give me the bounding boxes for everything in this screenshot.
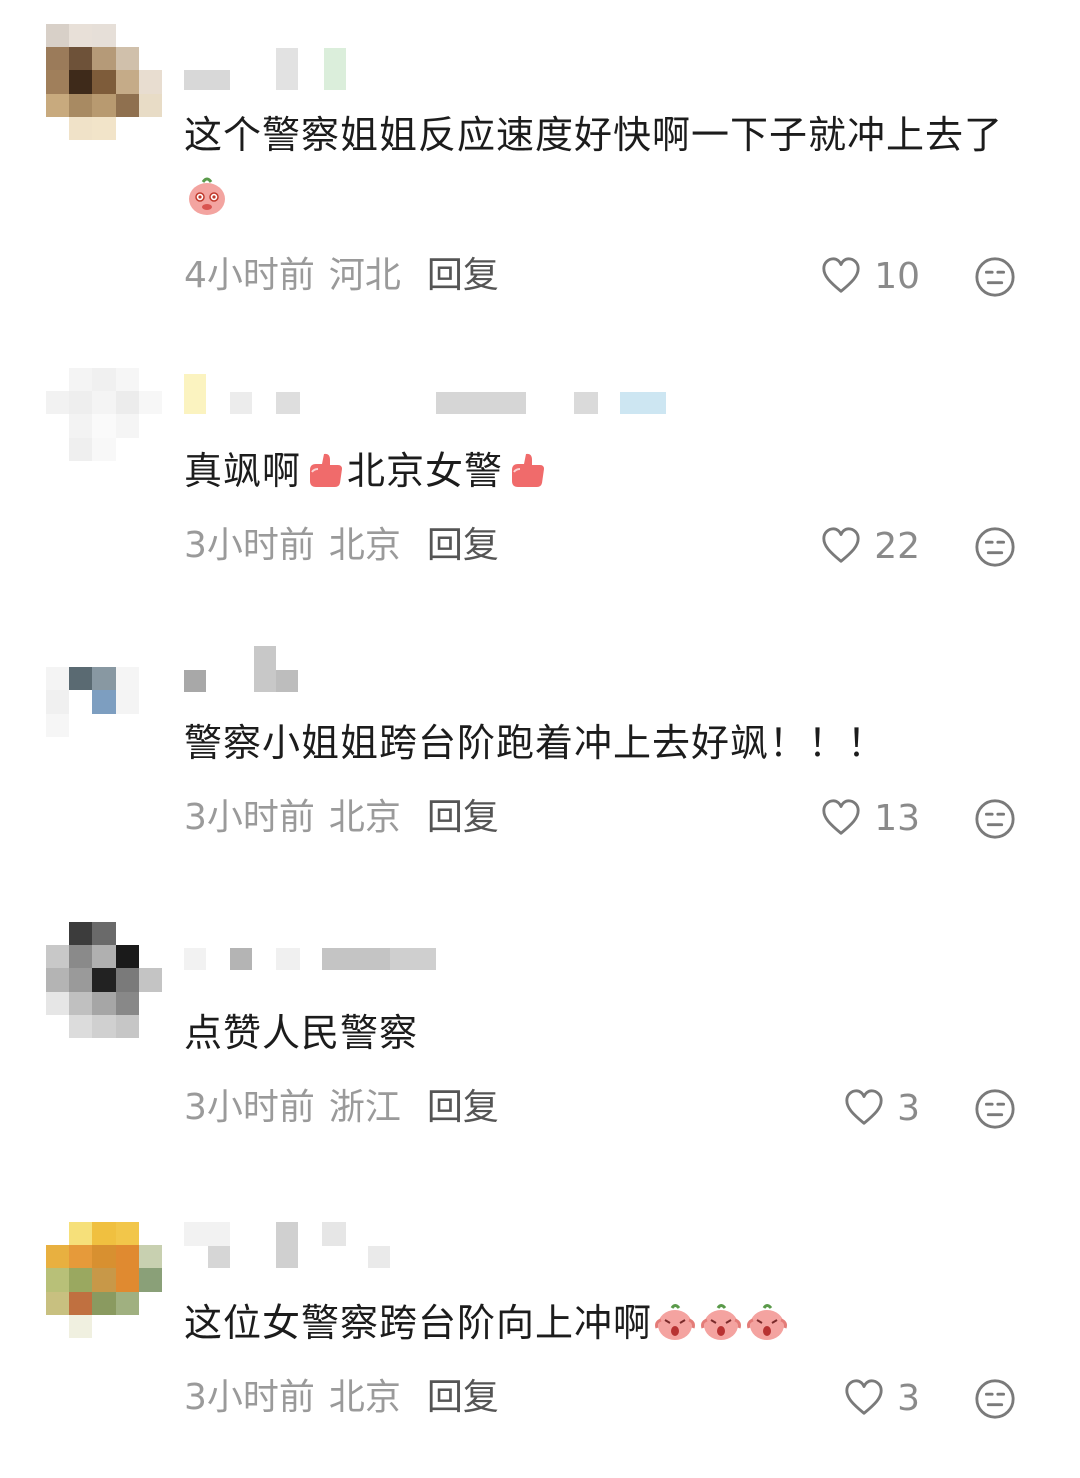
comment-meta: 3小时前 浙江 回复 [184, 1086, 499, 1130]
shy-peach-emoji [185, 174, 229, 218]
neutral-face-icon[interactable] [974, 526, 1016, 568]
comment-text: 点赞人民警察 [184, 1011, 419, 1055]
reply-button[interactable]: 回复 [427, 1087, 499, 1128]
location: 河北 [328, 255, 401, 296]
heart-outline-icon [820, 525, 862, 567]
location: 北京 [328, 1377, 401, 1418]
thumbs-up-emoji [302, 448, 346, 492]
like-count: 13 [874, 797, 920, 839]
timestamp: 3小时前 [184, 797, 315, 838]
like-count: 22 [874, 525, 920, 567]
screaming-peach-emoji [745, 1300, 789, 1344]
timestamp: 3小时前 [184, 525, 315, 566]
comment-meta: 3小时前 北京 回复 [184, 524, 499, 568]
reply-button[interactable]: 回复 [427, 1377, 499, 1418]
neutral-face-icon[interactable] [974, 1088, 1016, 1130]
screaming-peach-emoji [653, 1300, 697, 1344]
username-blurred[interactable] [184, 374, 684, 414]
like-button[interactable]: 22 [820, 524, 920, 568]
comment-text: 这位女警察跨台阶向上冲啊 [184, 1292, 1034, 1354]
like-count: 10 [874, 255, 920, 297]
comment-meta: 3小时前 北京 回复 [184, 1376, 499, 1420]
location: 北京 [328, 525, 401, 566]
avatar[interactable] [46, 1222, 162, 1338]
reply-button[interactable]: 回复 [427, 797, 499, 838]
like-button[interactable]: 13 [820, 796, 920, 840]
like-count: 3 [897, 1377, 920, 1419]
thumbs-up-emoji [504, 448, 548, 492]
heart-outline-icon [820, 797, 862, 839]
neutral-face-icon[interactable] [974, 1378, 1016, 1420]
heart-outline-icon [820, 255, 862, 297]
location: 浙江 [328, 1087, 401, 1128]
like-button[interactable]: 3 [843, 1376, 920, 1420]
screaming-peach-emoji [699, 1300, 743, 1344]
comment-text: 真飒啊 北京女警 [184, 440, 1034, 502]
timestamp: 4小时前 [184, 255, 315, 296]
neutral-face-icon[interactable] [974, 256, 1016, 298]
avatar[interactable] [46, 24, 162, 140]
like-count: 3 [897, 1087, 920, 1129]
like-button[interactable]: 3 [843, 1086, 920, 1130]
timestamp: 3小时前 [184, 1087, 315, 1128]
comment-meta: 4小时前 河北 回复 [184, 254, 499, 298]
username-blurred[interactable] [184, 48, 684, 90]
reply-button[interactable]: 回复 [427, 255, 499, 296]
username-blurred[interactable] [184, 944, 684, 980]
heart-outline-icon [843, 1087, 885, 1129]
username-blurred[interactable] [184, 646, 684, 692]
comment-text: 警察小姐姐跨台阶跑着冲上去好飒！！！ [184, 721, 887, 765]
username-blurred[interactable] [184, 1222, 684, 1268]
like-button[interactable]: 10 [820, 254, 920, 298]
timestamp: 3小时前 [184, 1377, 315, 1418]
avatar[interactable] [46, 368, 162, 484]
reply-button[interactable]: 回复 [427, 525, 499, 566]
avatar[interactable] [46, 644, 162, 760]
location: 北京 [328, 797, 401, 838]
comment-meta: 3小时前 北京 回复 [184, 796, 499, 840]
comment-text: 这个警察姐姐反应速度好快啊一下子就冲上去了 [184, 104, 1034, 228]
neutral-face-icon[interactable] [974, 798, 1016, 840]
heart-outline-icon [843, 1377, 885, 1419]
avatar[interactable] [46, 922, 162, 1038]
